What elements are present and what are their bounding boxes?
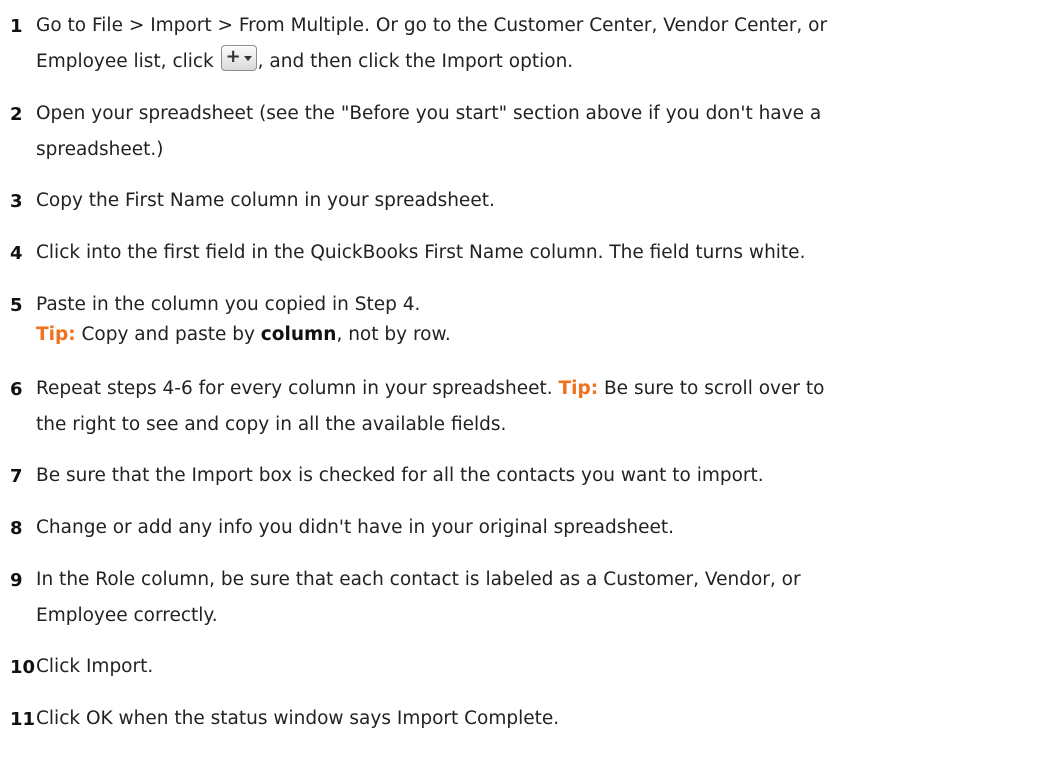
step-text: Go to File > Import > From Multiple. Or … [36,8,1056,80]
step-9: 9 In the Role column, be sure that each … [0,562,1056,634]
step-text: Open your spreadsheet (see the "Before y… [36,96,1056,168]
step-3: 3 Copy the First Name column in your spr… [0,183,1056,219]
tip-label: Tip: [558,378,599,399]
step-5: 5 Paste in the column you copied in Step… [0,287,1056,351]
import-steps-list: 1 Go to File > Import > From Multiple. O… [0,0,1064,770]
step-7: 7 Be sure that the Import box is checked… [0,458,1056,494]
step-line: Click into the first field in the QuickB… [36,242,806,263]
step-number: 3 [10,191,23,212]
step-line: Paste in the column you copied in Step 4… [36,294,421,315]
step-2: 2 Open your spreadsheet (see the "Before… [0,96,1056,168]
step-line: Click OK when the status window says Imp… [36,708,560,729]
step-line: Be sure that the Import box is checked f… [36,465,764,486]
step-text: Repeat steps 4-6 for every column in you… [36,371,1056,443]
step-number: 5 [10,295,23,316]
step-number: 1 [10,16,23,37]
step-number: 10 [10,657,36,678]
step-text: Copy the First Name column in your sprea… [36,183,1056,219]
add-dropdown-button-icon: + [220,45,257,71]
step-line: Employee correctly. [36,605,218,626]
step-number: 11 [10,709,36,730]
step-text: Click Import. [36,649,1046,685]
step-text: Click into the first field in the QuickB… [36,235,1056,271]
step-line: Repeat steps 4-6 for every column in you… [36,378,825,399]
step-line: Open your spreadsheet (see the "Before y… [36,103,822,124]
step-text: Change or add any info you didn't have i… [36,510,1056,546]
step-number: 6 [10,379,23,400]
tip-line: Tip: Copy and paste by column, not by ro… [36,324,451,345]
step-8: 8 Change or add any info you didn't have… [0,510,1056,546]
step-4: 4 Click into the first field in the Quic… [0,235,1056,271]
emphasis-column: column [260,324,337,345]
step-number: 7 [10,466,23,487]
step-10: 10 Click Import. [0,649,1056,685]
step-11: 11 Click OK when the status window says … [0,701,1056,737]
step-line: spreadsheet.) [36,139,164,160]
step-1: 1 Go to File > Import > From Multiple. O… [0,8,1056,80]
step-text: In the Role column, be sure that each co… [36,562,1056,634]
step-line: In the Role column, be sure that each co… [36,569,801,590]
step-line: the right to see and copy in all the ava… [36,414,507,435]
step-number: 9 [10,570,23,591]
step-number: 2 [10,104,23,125]
step-text: Click OK when the status window says Imp… [36,701,1046,737]
step-number: 4 [10,243,23,264]
step-6: 6 Repeat steps 4-6 for every column in y… [0,371,1056,443]
step-line: Change or add any info you didn't have i… [36,517,674,538]
step-text: Paste in the column you copied in Step 4… [36,287,1056,351]
step-line: Go to File > Import > From Multiple. Or … [36,15,828,36]
step-line: Employee list, click +, and then click t… [36,45,574,72]
step-line: Click Import. [36,656,154,677]
step-line: Copy the First Name column in your sprea… [36,190,495,211]
step-text: Be sure that the Import box is checked f… [36,458,1056,494]
chevron-down-icon [243,56,252,61]
step-number: 8 [10,518,23,539]
tip-label: Tip: [36,324,76,345]
